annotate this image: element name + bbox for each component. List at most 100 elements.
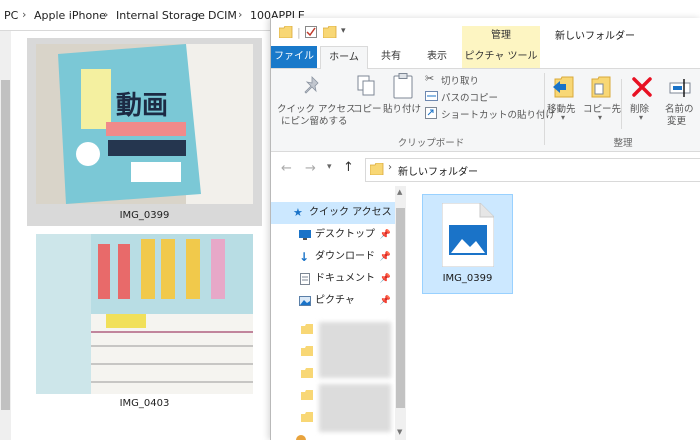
rename-button[interactable]: 名前の 変更 (661, 73, 699, 129)
nav-item-label: ピクチャ (315, 295, 355, 306)
nav-item-downloads[interactable]: ↓ ダウンロード 📌 (271, 246, 395, 268)
organize-group-label: 整理 (613, 138, 633, 149)
breadcrumb-internal-storage[interactable]: Internal Storage (116, 9, 205, 22)
delete-x-icon (632, 77, 652, 97)
move-to-folder-icon (553, 76, 574, 98)
tab-home[interactable]: ホーム (320, 46, 368, 70)
folder-icon (301, 324, 313, 334)
photo-thumbnail-book-cover: 動画 (36, 44, 253, 204)
paste-shortcut-icon (425, 107, 437, 119)
paste-button[interactable]: 貼り付け (383, 73, 423, 129)
paste-label: 貼り付け (383, 104, 422, 115)
photo-caption: IMG_0403 (119, 398, 170, 409)
nav-item-quick-access[interactable]: ★ クイック アクセス (271, 202, 395, 224)
folder-icon (279, 26, 293, 38)
scissors-icon: ✂ (425, 72, 435, 85)
paste-shortcut-button[interactable]: ショートカットの貼り付け (425, 106, 555, 121)
image-file-icon (442, 203, 494, 267)
breadcrumb-dcim[interactable]: DCIM (208, 9, 237, 22)
chevron-right-icon: › (388, 162, 392, 173)
back-scrollbar-thumb[interactable] (1, 80, 10, 410)
properties-check-icon[interactable] (305, 26, 317, 38)
window-title: 新しいフォルダー (555, 31, 635, 42)
tab-share[interactable]: 共有 (371, 46, 411, 68)
ribbon-separator (621, 79, 622, 129)
pin-to-quick-access-button[interactable]: クイック アクセス にピン留めする (275, 73, 356, 129)
svg-text:動画: 動画 (116, 91, 168, 121)
photo-thumbnail-document (36, 234, 253, 394)
navigation-pane: ★ クイック アクセス デスクトップ 📌 ↓ ダウンロード 📌 ドキュメント 📌 (271, 186, 406, 440)
photo-caption: IMG_0399 (119, 210, 170, 221)
folder-icon (301, 412, 313, 422)
forward-arrow-icon[interactable]: → (305, 161, 316, 176)
explorer-window: | ▾ 管理 新しいフォルダー ファイル ホーム 共有 表示 ピクチャ ツール … (270, 18, 700, 440)
nav-item-label: ダウンロード (315, 251, 375, 262)
redacted-folder-names (319, 384, 391, 432)
pin-icon: 📌 (379, 296, 391, 306)
navigation-scrollbar-thumb[interactable] (396, 208, 405, 408)
copy-path-icon (425, 91, 438, 101)
tab-file[interactable]: ファイル (271, 46, 317, 68)
copy-path-button[interactable]: パスのコピー (425, 89, 535, 104)
download-arrow-icon: ↓ (299, 250, 310, 264)
copy-to-folder-icon (591, 76, 611, 98)
chevron-right-icon: › (196, 8, 201, 21)
document-icon (300, 273, 310, 285)
up-arrow-icon[interactable]: ↑ (343, 160, 354, 175)
file-name: IMG_0399 (442, 273, 493, 284)
folder-icon (301, 390, 313, 400)
pin-icon: 📌 (379, 274, 391, 284)
clipboard-group-label: クリップボード (397, 138, 465, 149)
navigation-bar: ← → ▾ ↑ › 新しいフォルダー (271, 152, 700, 186)
recent-locations-icon[interactable]: ▾ (327, 162, 332, 172)
back-arrow-icon[interactable]: ← (281, 161, 292, 176)
ribbon-tabs: ファイル ホーム 共有 表示 ピクチャ ツール (271, 46, 700, 70)
pin-icon (304, 76, 319, 94)
quick-access-toolbar-dropdown-icon[interactable]: ▾ (341, 26, 346, 36)
cut-label: 切り取り (441, 76, 480, 87)
move-to-button[interactable]: 移動先 ▾ (547, 73, 581, 129)
ribbon-separator (544, 73, 545, 145)
address-bar[interactable]: › 新しいフォルダー (365, 158, 700, 182)
ribbon-home: クイック アクセス にピン留めする コピー 貼り付け ✂ 切り取り パスのコピー… (271, 69, 700, 152)
star-icon: ★ (293, 206, 303, 219)
photo-tile-img-0399[interactable]: 動画 IMG_0399 (27, 38, 262, 226)
rename-icon (669, 79, 691, 97)
paste-clipboard-icon (393, 73, 413, 99)
desktop-icon (299, 230, 311, 240)
chevron-right-icon: › (22, 8, 27, 21)
nav-item-desktop[interactable]: デスクトップ 📌 (271, 224, 395, 246)
rename-label-line2: 変更 (667, 116, 687, 127)
tab-view[interactable]: 表示 (417, 46, 457, 68)
paste-shortcut-label: ショートカットの貼り付け (441, 110, 556, 121)
folder-icon (370, 163, 384, 175)
file-item-img-0399[interactable]: IMG_0399 (422, 194, 513, 294)
redacted-folder-names (319, 322, 391, 378)
context-tab-group-manage: 管理 (462, 26, 540, 46)
pin-icon: 📌 (379, 230, 391, 240)
new-folder-icon[interactable] (323, 26, 337, 38)
tab-picture-tools[interactable]: ピクチャ ツール (462, 46, 540, 68)
breadcrumb-iphone[interactable]: Apple iPhone (34, 9, 106, 22)
copy-button[interactable]: コピー (351, 73, 382, 129)
title-bar[interactable]: | ▾ 管理 新しいフォルダー (271, 18, 700, 46)
chevron-right-icon: › (238, 8, 243, 21)
nav-item-pictures[interactable]: ピクチャ 📌 (271, 290, 395, 312)
pin-icon: 📌 (379, 252, 391, 262)
delete-button[interactable]: 削除 ▾ (626, 73, 658, 129)
chevron-right-icon: › (104, 8, 109, 21)
nav-item-label: クイック アクセス (309, 207, 392, 218)
copy-path-label: パスのコピー (441, 93, 499, 104)
folder-icon (301, 368, 313, 378)
address-path[interactable]: 新しいフォルダー (398, 163, 478, 178)
scroll-down-arrow-icon[interactable]: ▼ (397, 428, 402, 436)
copy-to-button[interactable]: コピー先 ▾ (583, 73, 621, 129)
photo-tile-img-0403[interactable]: IMG_0403 (27, 230, 262, 418)
folder-icon (301, 346, 313, 356)
scroll-up-arrow-icon[interactable]: ▲ (397, 188, 402, 196)
nav-item-label: デスクトップ (315, 229, 375, 240)
cut-button[interactable]: ✂ 切り取り (425, 72, 535, 87)
nav-item-documents[interactable]: ドキュメント 📌 (271, 268, 395, 290)
breadcrumb-pc[interactable]: PC (4, 9, 18, 22)
pin-label-line2: にピン留めする (281, 116, 348, 127)
